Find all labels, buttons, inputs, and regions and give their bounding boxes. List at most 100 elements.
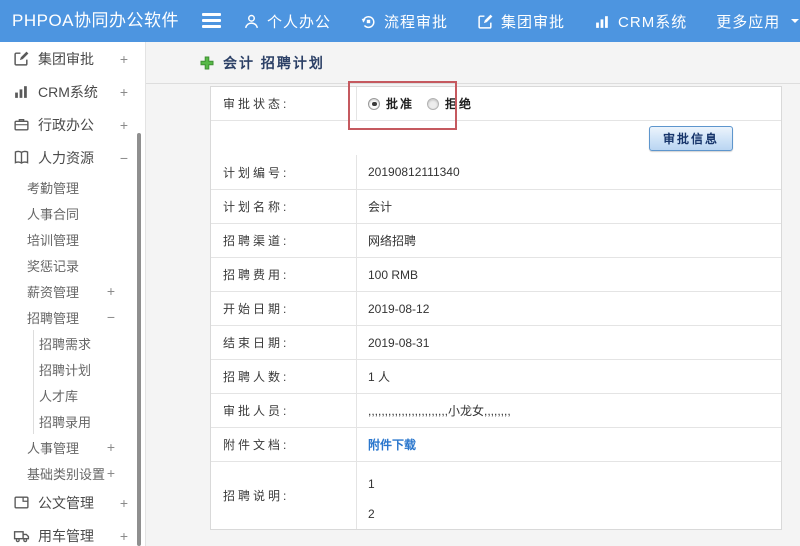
edit-square-icon: [13, 50, 30, 67]
sidebar-item-label: 集团审批: [38, 50, 94, 67]
app-logo: PHPOA协同办公软件: [12, 11, 180, 30]
sidebar-item-label: 招聘录用: [39, 414, 92, 430]
sidebar-item-label: CRM系统: [38, 83, 98, 100]
expand-plus-icon[interactable]: +: [120, 84, 128, 100]
approval-radio-group: 批准 拒绝: [357, 87, 781, 120]
nav-item-process-approval[interactable]: 流程审批: [360, 11, 448, 32]
nav-label: 个人办公: [267, 13, 332, 31]
radio-label: 批准: [386, 97, 415, 111]
field-row-recruit-cost: 招聘费用: 100 RMB: [211, 257, 781, 291]
bar-chart-icon: [13, 83, 30, 100]
sidebar-item-salary-mgmt[interactable]: 薪资管理 +: [0, 278, 145, 304]
sidebar-item-recruit-demand[interactable]: 招聘需求: [0, 330, 145, 356]
field-label-plan-name: 计划名称:: [211, 190, 357, 223]
field-label-end-date: 结束日期:: [211, 326, 357, 359]
sidebar-item-label: 行政办公: [38, 116, 94, 133]
sidebar-item-recruit-hiring[interactable]: 招聘录用: [0, 408, 145, 434]
approval-info-button[interactable]: 审批信息: [648, 125, 733, 151]
field-row-attachment: 附件文档: 附件下载: [211, 427, 781, 461]
sidebar-item-human-resources[interactable]: 人力资源 −: [0, 141, 145, 174]
sidebar-item-basic-category-settings[interactable]: 基础类别设置 +: [0, 460, 145, 486]
field-label-recruit-channel: 招聘渠道:: [211, 224, 357, 257]
sidebar-item-talent-pool[interactable]: 人才库: [0, 382, 145, 408]
process-icon: [360, 13, 377, 30]
sidebar-item-label: 基础类别设置: [27, 466, 106, 482]
expand-plus-icon[interactable]: +: [120, 495, 128, 511]
field-value-start-date: 2019-08-12: [368, 301, 430, 316]
expand-plus-icon[interactable]: +: [120, 51, 128, 67]
field-value-recruit-description: 12: [357, 462, 781, 529]
radio-selected-0[interactable]: [368, 97, 380, 110]
sidebar-item-admin-office[interactable]: 行政办公 +: [0, 108, 145, 141]
field-value-attachment: 附件下载: [357, 428, 781, 461]
expand-plus-icon[interactable]: +: [107, 465, 115, 481]
sidebar-item-label: 招聘计划: [39, 362, 92, 378]
expand-plus-icon[interactable]: +: [120, 117, 128, 133]
sidebar-item-vehicle-mgmt[interactable]: 用车管理 +: [0, 519, 145, 546]
sidebar-item-label: 公文管理: [38, 494, 94, 511]
book-icon: [13, 149, 30, 166]
sidebar-item-document-mgmt[interactable]: 公文管理 +: [0, 486, 145, 519]
collapse-minus-icon[interactable]: −: [107, 309, 115, 325]
field-label-recruit-description: 招聘说明:: [211, 462, 357, 529]
field-label-attachment: 附件文档:: [211, 428, 357, 461]
top-nav: 个人办公 流程审批 集团审批 CRM系统 更多应用: [243, 0, 800, 42]
sidebar-item-recruit-plan[interactable]: 招聘计划: [0, 356, 145, 382]
nav-label: 更多应用: [716, 13, 781, 31]
top-header: PHPOA协同办公软件 个人办公 流程审批 集团审批 CRM系统 更多应用: [0, 0, 800, 42]
page-title: 会计 招聘计划: [223, 54, 325, 71]
sidebar-item-personnel-mgmt[interactable]: 人事管理 +: [0, 434, 145, 460]
briefcase-icon: [13, 116, 30, 133]
field-row-approvers: 审批人员: ,,,,,,,,,,,,,,,,,,,,,,,,小龙女,,,,,,,,: [211, 393, 781, 427]
caret-down-icon: [790, 16, 800, 26]
field-label-recruit-cost: 招聘费用:: [211, 258, 357, 291]
nav-item-group-approval[interactable]: 集团审批: [477, 11, 565, 32]
page-title-bar: 会计 招聘计划: [146, 42, 800, 84]
sidebar-item-label: 人事管理: [27, 440, 80, 456]
expand-plus-icon[interactable]: +: [107, 439, 115, 455]
field-value-line: 2: [368, 507, 375, 521]
attachment-download-link[interactable]: 附件下载: [368, 436, 416, 453]
expand-plus-icon[interactable]: +: [120, 528, 128, 544]
sidebar-item-label: 用车管理: [38, 527, 94, 544]
sidebar-item-crm-system[interactable]: CRM系统 +: [0, 75, 145, 108]
sidebar-item-attendance-mgmt[interactable]: 考勤管理: [0, 174, 145, 200]
truck-icon: [13, 527, 30, 544]
field-row-recruit-channel: 招聘渠道: 网络招聘: [211, 223, 781, 257]
field-label-plan-number: 计划编号:: [211, 155, 357, 189]
sidebar-item-reward-punish-records[interactable]: 奖惩记录: [0, 252, 145, 278]
detail-table: 审批状态: 批准 拒绝 审批信息 计划编号: 20190812111340 计划名称:…: [210, 86, 782, 530]
sidebar-item-recruit-mgmt[interactable]: 招聘管理 −: [0, 304, 145, 330]
nav-item-personal-office[interactable]: 个人办公: [243, 11, 331, 32]
field-value-line: 1: [368, 477, 375, 491]
sidebar-item-label: 人力资源: [38, 149, 94, 166]
field-value-plan-name: 会计: [368, 200, 393, 214]
sidebar-item-label: 考勤管理: [27, 180, 80, 196]
sidebar-item-label: 奖惩记录: [27, 258, 80, 274]
radio-unselected-1[interactable]: [427, 97, 440, 110]
collapse-minus-icon[interactable]: −: [120, 150, 128, 166]
approval-status-row: 审批状态: 批准 拒绝: [211, 87, 781, 120]
expand-plus-icon[interactable]: +: [107, 283, 115, 299]
approval-button-row: 审批信息: [211, 120, 781, 155]
field-label-approval-status: 审批状态:: [211, 87, 357, 120]
document-icon: [13, 494, 30, 511]
app-root: PHPOA协同办公软件 个人办公 流程审批 集团审批 CRM系统 更多应用 集团审批 + C…: [0, 0, 800, 546]
sidebar-item-hr-contract[interactable]: 人事合同: [0, 200, 145, 226]
field-row-start-date: 开始日期: 2019-08-12: [211, 291, 781, 325]
field-label-approvers: 审批人员:: [211, 394, 357, 427]
menu-toggle-icon[interactable]: [202, 13, 221, 29]
sidebar-scrollbar[interactable]: [137, 133, 141, 546]
field-value-approvers: ,,,,,,,,,,,,,,,,,,,,,,,,小龙女,,,,,,,,: [368, 404, 511, 418]
field-value-plan-number: 20190812111340: [368, 165, 460, 179]
sidebar-item-training-mgmt[interactable]: 培训管理: [0, 226, 145, 252]
field-value-recruit-channel: 网络招聘: [368, 234, 417, 248]
sidebar-item-label: 招聘需求: [39, 336, 92, 352]
bar-chart-icon: [594, 13, 611, 30]
nav-item-crm-system[interactable]: CRM系统: [594, 11, 687, 32]
sidebar-item-label: 人才库: [39, 388, 79, 404]
nav-item-more-apps[interactable]: 更多应用: [716, 11, 800, 32]
sidebar-item-group-approval[interactable]: 集团审批 +: [0, 42, 145, 75]
nav-label: 流程审批: [384, 13, 449, 31]
field-row-plan-name: 计划名称: 会计: [211, 189, 781, 223]
